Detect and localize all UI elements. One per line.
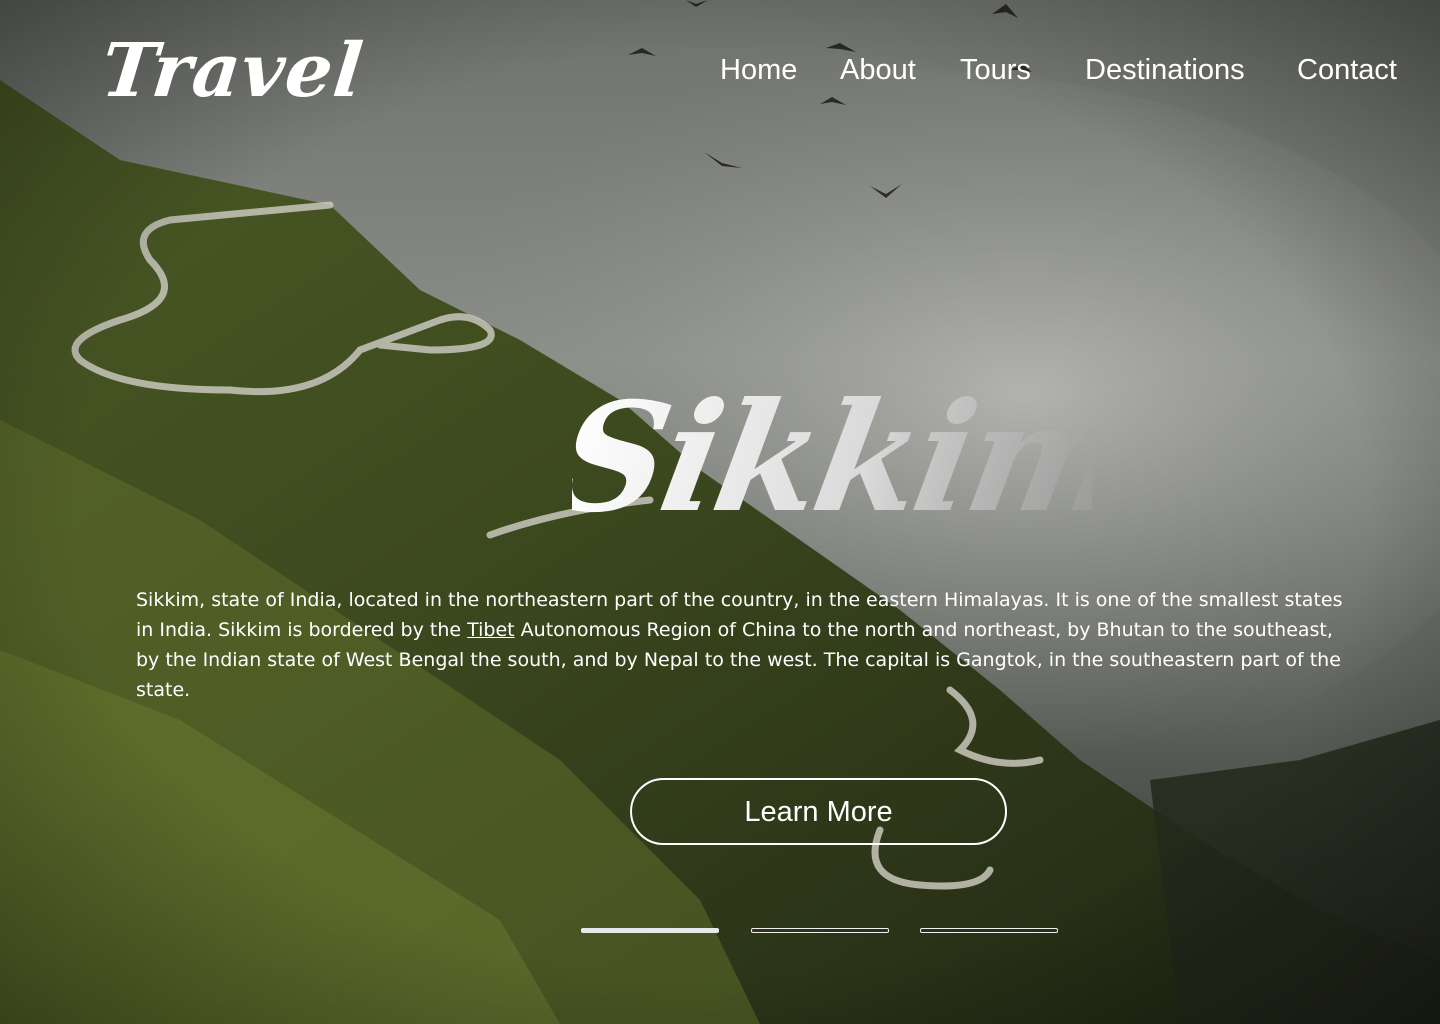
nav-link-tours[interactable]: Tours bbox=[960, 50, 1031, 90]
carousel-indicators bbox=[0, 928, 1440, 936]
nav-link-home[interactable]: Home bbox=[720, 50, 797, 90]
hero-title: Sikkim bbox=[572, 369, 1092, 545]
tibet-link[interactable]: Tibet bbox=[467, 619, 515, 641]
nav-link-contact[interactable]: Contact bbox=[1297, 50, 1397, 90]
hero-section: Travel Home About Tours Destinations Con… bbox=[0, 0, 1440, 1024]
main-navigation: Home About Tours Destinations Contact bbox=[0, 50, 1440, 90]
hero-title-text: Sikkim bbox=[572, 369, 1092, 545]
carousel-indicator-3[interactable] bbox=[920, 928, 1058, 933]
hero-description: Sikkim, state of India, located in the n… bbox=[136, 585, 1346, 705]
learn-more-button[interactable]: Learn More bbox=[630, 778, 1007, 845]
carousel-indicator-2[interactable] bbox=[751, 928, 889, 933]
carousel-indicator-1[interactable] bbox=[581, 928, 719, 933]
nav-link-about[interactable]: About bbox=[840, 50, 916, 90]
nav-link-destinations[interactable]: Destinations bbox=[1085, 50, 1245, 90]
